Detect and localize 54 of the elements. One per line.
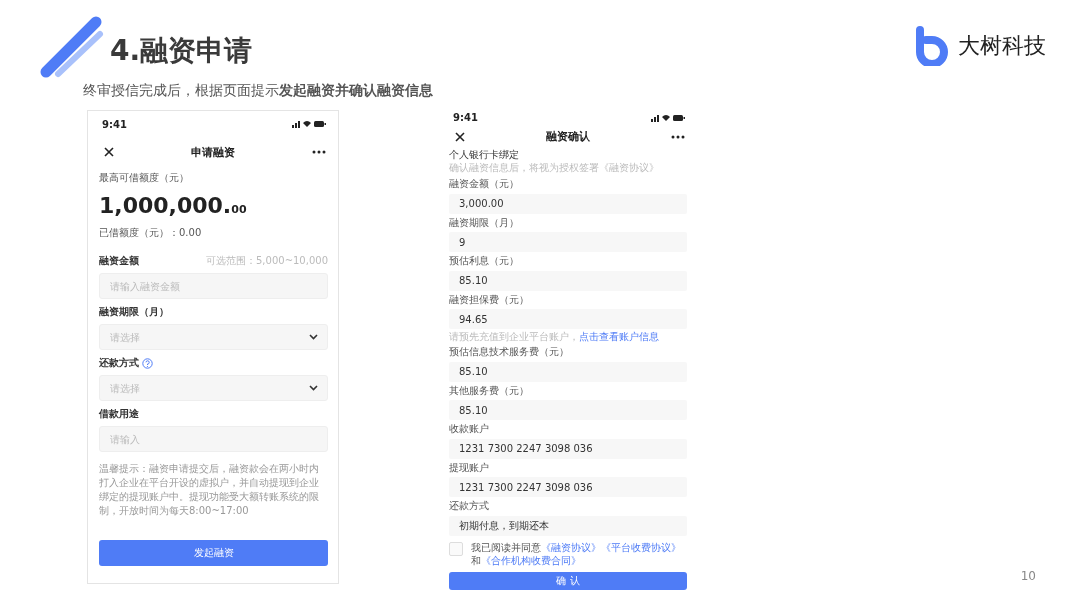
close-icon[interactable] [104,147,114,157]
field-label: 融资期限（月） [449,216,520,229]
field-label: 提现账户 [449,461,490,474]
more-icon[interactable] [671,134,685,139]
field-label: 还款方式 [449,500,490,512]
close-icon[interactable] [455,131,465,142]
section-title: 个人银行卡绑定 [449,148,520,161]
slash-stripes-icon [38,14,106,80]
field-label: 还款方式 [99,356,139,370]
notice-text: 温馨提示：融资申请提交后，融资款会在两小时内打入企业在平台开设的虚拟户，并自动提现到企业绑定的提现账户中。提现功能受大额转账系统的限制，开放时间为每天8:00~17:00 [99,462,320,518]
more-icon[interactable] [312,150,326,154]
help-icon[interactable] [142,357,153,369]
value-field[interactable]: 85.10 [449,270,687,291]
field-label: 收款账户 [449,423,490,435]
value-field[interactable]: 9 [449,232,687,252]
field-label: 预估信息技术服务费（元） [449,346,570,358]
chevron-down-icon[interactable] [309,385,318,391]
page-number: 10 [1020,569,1036,583]
slide-subtitle: 终审授信完成后，根据页面提示发起融资并确认融资信息 [83,82,434,100]
limit-amount: 1,000,000.00 [99,193,248,218]
account-link[interactable]: 点击查看账户信息 [579,331,659,342]
used-amount: 已借额度（元）：0.00 [99,226,203,240]
screen-title: 申请融资 [191,144,235,160]
confirm-button[interactable]: 确 认 [449,572,687,590]
field-label: 融资担保费（元） [449,293,530,306]
value-field[interactable]: 94.65 [449,309,687,329]
status-icons-drawing [651,113,685,122]
logo-text: 大树科技 [958,32,1046,60]
value-field[interactable]: 85.10 [449,400,687,420]
field-label: 其他服务费（元） [449,384,530,397]
value-field[interactable]: 1231 7300 2247 3098 036 [449,477,687,497]
value-field[interactable]: 初期付息，到期还本 [449,516,687,536]
submit-button[interactable]: 发起融资 [99,540,328,566]
agreement-link[interactable]: 《平台收费协议》 [601,542,681,553]
field-label: 借款用途 [99,407,139,421]
status-time: 9:41 [102,118,127,130]
agreement-link[interactable]: 《融资协议》 [541,542,601,553]
limit-label: 最高可借额度（元） [99,171,190,185]
chevron-down-icon[interactable] [309,334,318,340]
field-label: 融资金额 [99,254,139,268]
field-label: 预估利息（元） [449,255,520,267]
status-icons-drawing [292,120,326,128]
value-field[interactable]: 1231 7300 2247 3098 036 [449,438,687,459]
field-label: 融资金额（元） [449,178,520,190]
range-hint: 可选范围：5,000~10,000 [206,254,328,268]
field-label: 融资期限（月） [99,305,169,319]
agree-checkbox[interactable] [449,542,463,556]
screen-title: 融资确认 [546,129,590,144]
agreement-text: 我已阅读并同意《融资协议》《平台收费协议》 和《合作机构收费合同》 [471,541,682,567]
value-field[interactable]: 85.10 [449,361,687,382]
slide-title: 4.融资申请 [110,33,253,69]
value-field[interactable]: 3,000.00 [449,193,687,214]
status-time: 9:41 [453,112,478,123]
agreement-link[interactable]: 《合作机构收费合同》 [481,555,581,566]
